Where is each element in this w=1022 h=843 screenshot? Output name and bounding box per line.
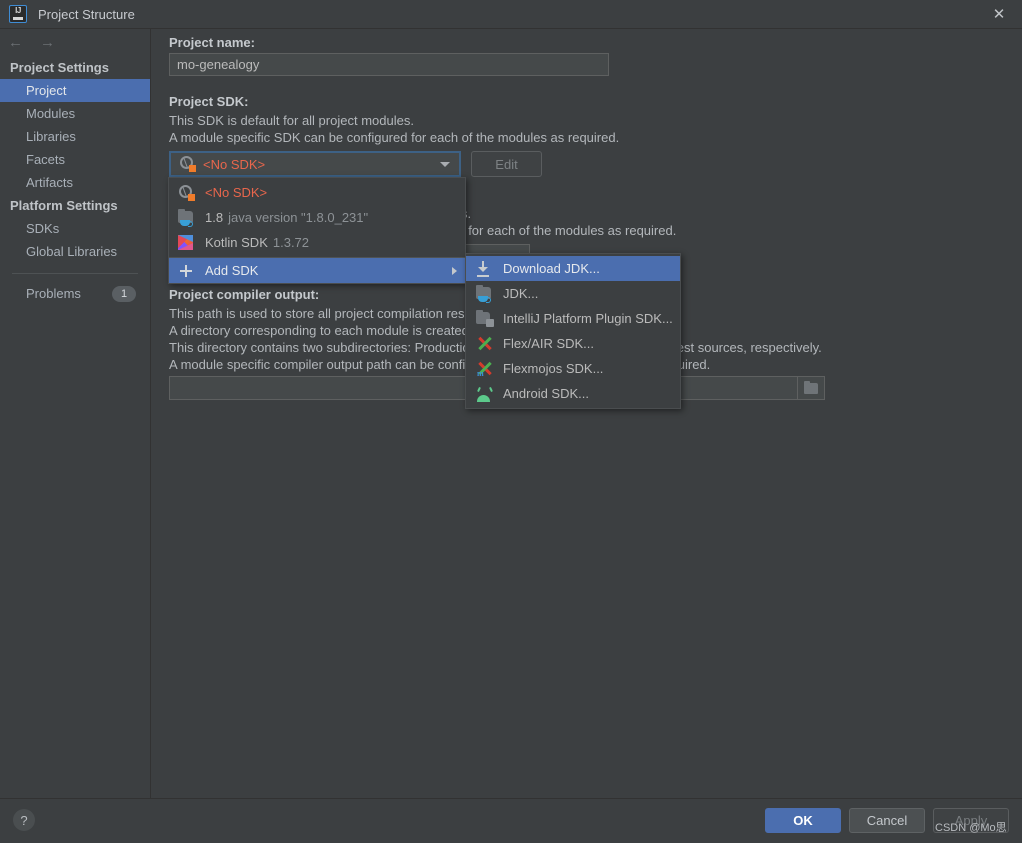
submenu-item-intellij-platform-plugin-sdk-label: IntelliJ Platform Plugin SDK...	[503, 311, 673, 326]
sidebar-divider	[12, 273, 138, 274]
sdk-option-add-sdk[interactable]: Add SDK	[169, 257, 465, 283]
submenu-item-jdk-label: JDK...	[503, 286, 538, 301]
sdk-option-kotlin-version: 1.3.72	[273, 235, 309, 250]
dialog-footer: ? OK Cancel Apply	[0, 798, 1022, 843]
flex-icon	[476, 336, 494, 352]
sidebar-item-problems[interactable]: Problems 1	[0, 282, 150, 305]
submenu-item-flex-air-sdk[interactable]: Flex/AIR SDK...	[466, 331, 680, 356]
cancel-button[interactable]: Cancel	[849, 808, 925, 833]
main-content-panel: Project name: Project SDK: This SDK is d…	[151, 28, 1022, 799]
sidebar-item-artifacts[interactable]: Artifacts	[0, 171, 150, 194]
project-sdk-selected-value: <No SDK>	[203, 157, 265, 172]
submenu-item-flexmojos-sdk[interactable]: m Flexmojos SDK...	[466, 356, 680, 381]
sidebar-item-libraries[interactable]: Libraries	[0, 125, 150, 148]
sdk-dropdown-popup: <No SDK> 1.8 java version "1.8.0_231" Ko…	[168, 177, 466, 284]
problems-count-badge: 1	[112, 286, 136, 302]
sidebar-item-facets[interactable]: Facets	[0, 148, 150, 171]
kotlin-icon	[178, 235, 196, 250]
no-sdk-icon	[179, 156, 197, 172]
sdk-option-jdk-18-version: java version "1.8.0_231"	[228, 210, 368, 225]
submenu-item-flex-air-sdk-label: Flex/AIR SDK...	[503, 336, 594, 351]
sdk-option-kotlin[interactable]: Kotlin SDK 1.3.72	[169, 230, 465, 255]
download-icon	[476, 261, 494, 277]
forward-arrow-icon[interactable]: →	[40, 35, 55, 50]
sidebar: ← → Project Settings Project Modules Lib…	[0, 28, 151, 799]
close-icon[interactable]: ✕	[976, 0, 1022, 28]
flexmojos-icon: m	[476, 361, 494, 377]
submenu-item-android-sdk[interactable]: Android SDK...	[466, 381, 680, 406]
plugin-sdk-icon	[476, 311, 494, 327]
sdk-option-no-sdk[interactable]: <No SDK>	[169, 180, 465, 205]
submenu-item-flexmojos-sdk-label: Flexmojos SDK...	[503, 361, 603, 376]
sdk-option-jdk-18-label: 1.8	[205, 210, 223, 225]
back-arrow-icon[interactable]: ←	[8, 35, 23, 50]
sidebar-item-project[interactable]: Project	[0, 79, 150, 102]
submenu-item-android-sdk-label: Android SDK...	[503, 386, 589, 401]
project-sdk-label: Project SDK:	[169, 94, 248, 109]
android-icon	[476, 386, 494, 402]
project-sdk-description-2: A module specific SDK can be configured …	[169, 129, 619, 146]
project-name-input[interactable]	[169, 53, 609, 76]
plus-icon	[178, 263, 196, 279]
chevron-right-icon	[452, 267, 457, 275]
sidebar-item-sdks[interactable]: SDKs	[0, 217, 150, 240]
project-sdk-combobox[interactable]: <No SDK>	[169, 151, 461, 177]
chevron-down-icon	[440, 162, 450, 167]
jdk-icon	[178, 210, 196, 226]
sidebar-item-problems-label: Problems	[26, 282, 81, 305]
sidebar-group-project-settings: Project Settings	[0, 56, 150, 79]
ok-button[interactable]: OK	[765, 808, 841, 833]
submenu-item-jdk[interactable]: JDK...	[466, 281, 680, 306]
no-sdk-icon	[178, 185, 196, 201]
sdk-option-jdk-18[interactable]: 1.8 java version "1.8.0_231"	[169, 205, 465, 230]
jdk-icon	[476, 286, 494, 302]
sidebar-group-platform-settings: Platform Settings	[0, 194, 150, 217]
intellij-idea-icon-label: IJ	[10, 6, 26, 15]
project-compiler-output-label: Project compiler output:	[169, 287, 319, 302]
navigation-arrows: ← →	[0, 29, 150, 56]
project-sdk-description-1: This SDK is default for all project modu…	[169, 112, 414, 129]
sdk-option-kotlin-label: Kotlin SDK	[205, 235, 268, 250]
folder-icon[interactable]	[797, 377, 824, 399]
submenu-item-download-jdk-label: Download JDK...	[503, 261, 600, 276]
intellij-idea-icon-bar	[13, 17, 23, 20]
edit-sdk-button[interactable]: Edit	[471, 151, 542, 177]
window-title: Project Structure	[38, 7, 135, 22]
title-bar: IJ Project Structure ✕	[0, 0, 1022, 28]
project-compiler-output-description-1: This path is used to store all project c…	[169, 305, 488, 322]
sdk-option-add-sdk-label: Add SDK	[205, 263, 258, 278]
sidebar-item-modules[interactable]: Modules	[0, 102, 150, 125]
apply-button[interactable]: Apply	[933, 808, 1009, 833]
intellij-idea-icon: IJ	[9, 5, 27, 23]
add-sdk-submenu: Download JDK... JDK... IntelliJ Platform…	[465, 253, 681, 409]
submenu-item-intellij-platform-plugin-sdk[interactable]: IntelliJ Platform Plugin SDK...	[466, 306, 680, 331]
sidebar-item-global-libraries[interactable]: Global Libraries	[0, 240, 150, 263]
project-name-label: Project name:	[169, 35, 255, 50]
help-icon[interactable]: ?	[13, 809, 35, 831]
sdk-option-no-sdk-label: <No SDK>	[205, 185, 267, 200]
submenu-item-download-jdk[interactable]: Download JDK...	[466, 256, 680, 281]
